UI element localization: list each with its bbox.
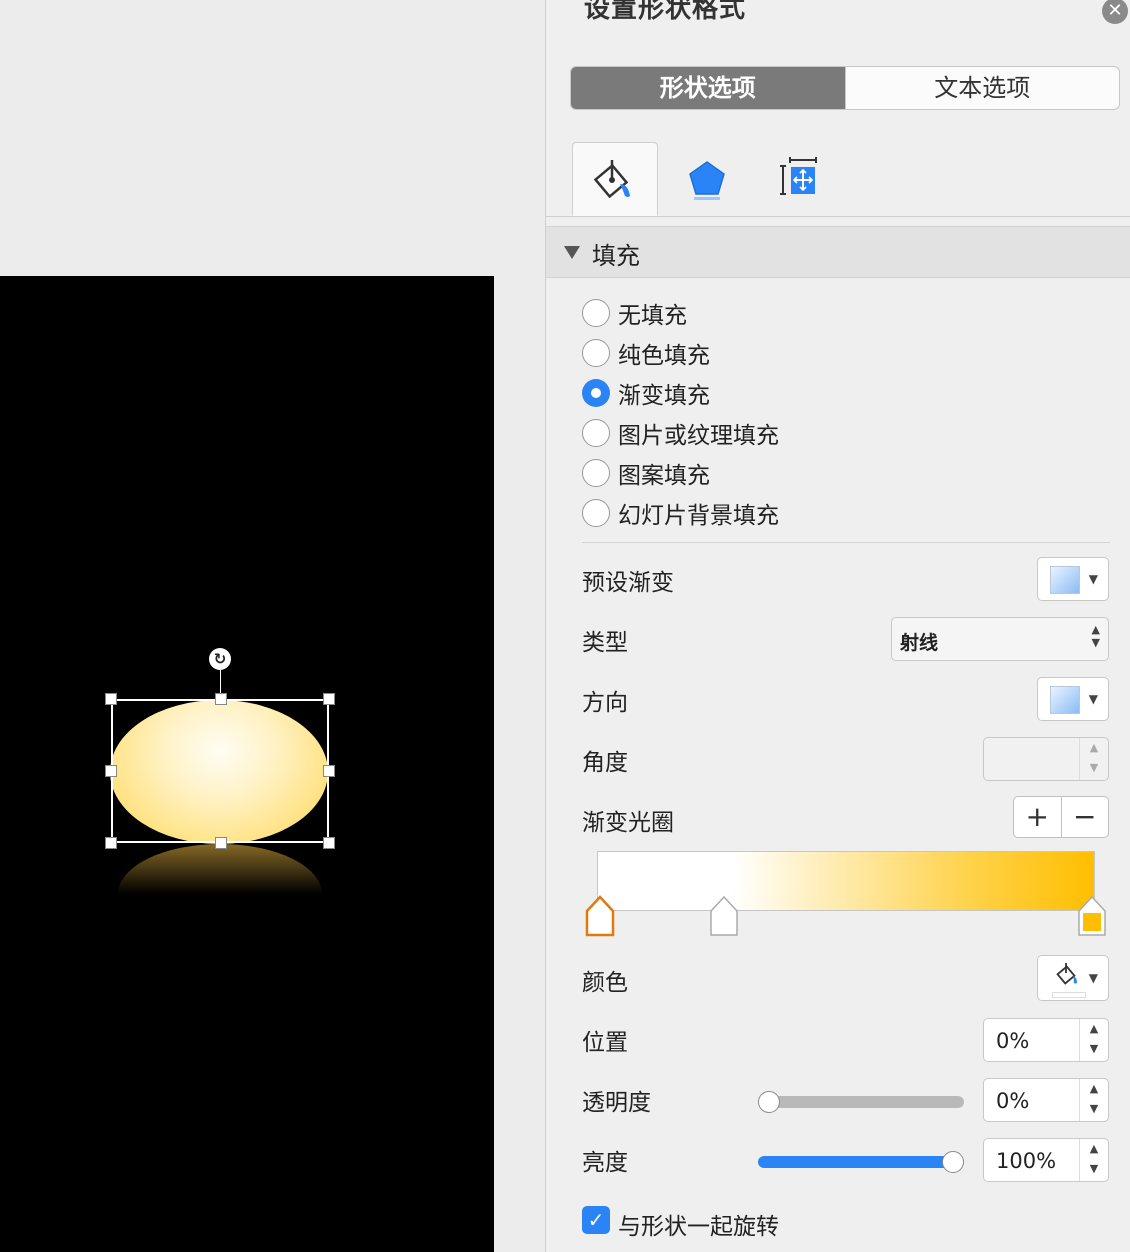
size-layout-icon: [780, 157, 817, 195]
icon-tab-bar: [546, 142, 1130, 217]
radio-no-fill[interactable]: 无填充: [582, 295, 687, 331]
rotate-with-shape-label: 与形状一起旋转: [618, 1214, 779, 1240]
options-segmented-control: 形状选项 文本选项: [570, 66, 1120, 110]
radio-label: 图案填充: [618, 463, 710, 489]
radio-pattern-fill[interactable]: 图案填充: [582, 455, 710, 491]
stepper-arrows-icon[interactable]: ▲ ▼: [1079, 1079, 1108, 1121]
direction-label: 方向: [582, 690, 628, 716]
selected-shape[interactable]: ↻: [104, 644, 340, 904]
rotate-handle[interactable]: ↻: [209, 648, 231, 670]
color-label: 颜色: [582, 970, 628, 996]
updown-arrows-icon: ▲ ▼: [1091, 623, 1100, 649]
stop-add-remove: + −: [1013, 796, 1109, 838]
rotate-with-shape-checkbox[interactable]: ✓: [582, 1206, 610, 1234]
radio-button-selected[interactable]: [582, 379, 610, 407]
transparency-slider-knob[interactable]: [758, 1091, 780, 1113]
position-value: 0%: [996, 1029, 1030, 1053]
close-button[interactable]: ✕: [1102, 0, 1128, 24]
transparency-slider[interactable]: [758, 1096, 964, 1108]
fill-bucket-icon: [593, 160, 630, 199]
radio-label: 无填充: [618, 303, 687, 329]
resize-handle-ne[interactable]: [323, 693, 335, 705]
direction-dropdown[interactable]: ▼: [1037, 677, 1109, 721]
radio-slide-bg-fill[interactable]: 幻灯片背景填充: [582, 495, 779, 531]
resize-handle-sw[interactable]: [105, 837, 117, 849]
radio-button[interactable]: [582, 419, 610, 447]
brightness-label: 亮度: [582, 1150, 628, 1176]
type-select[interactable]: 射线 ▲ ▼: [891, 617, 1109, 661]
stepper-arrows-icon[interactable]: ▲ ▼: [1079, 1139, 1108, 1181]
gradient-stop-2[interactable]: [1076, 895, 1108, 937]
brightness-slider[interactable]: [758, 1156, 964, 1168]
paint-bucket-icon: [1056, 963, 1077, 985]
tab-size-properties[interactable]: [756, 142, 842, 216]
radio-gradient-fill[interactable]: 渐变填充: [582, 375, 710, 411]
format-shape-panel: 设置形状格式 ✕ 形状选项 文本选项 填充 无填充 纯色填充 渐变填充 图片或纹…: [545, 0, 1130, 1252]
brightness-input[interactable]: 100% ▲ ▼: [983, 1138, 1109, 1182]
gradient-stop-0[interactable]: [584, 895, 616, 937]
radio-button[interactable]: [582, 459, 610, 487]
type-label: 类型: [582, 630, 628, 656]
angle-label: 角度: [582, 750, 628, 776]
add-stop-button[interactable]: +: [1014, 797, 1061, 837]
color-dropdown[interactable]: ▼: [1037, 955, 1109, 1001]
radio-button[interactable]: [582, 499, 610, 527]
fill-section-header[interactable]: 填充: [546, 226, 1130, 278]
resize-handle-se[interactable]: [323, 837, 335, 849]
stepper-arrows-icon[interactable]: ▲ ▼: [1079, 738, 1108, 780]
panel-title: 设置形状格式: [584, 0, 747, 24]
tab-fill-line[interactable]: [572, 142, 658, 216]
shape-reflection: [118, 844, 322, 894]
chevron-down-icon: ▼: [1088, 572, 1098, 586]
tab-text-options[interactable]: 文本选项: [844, 67, 1120, 109]
selection-box: [111, 699, 329, 843]
chevron-down-icon: ▼: [1088, 692, 1098, 706]
position-input[interactable]: 0% ▲ ▼: [983, 1018, 1109, 1062]
transparency-input[interactable]: 0% ▲ ▼: [983, 1078, 1109, 1122]
fill-section-label: 填充: [592, 242, 640, 270]
tab-effects[interactable]: [664, 142, 750, 216]
remove-stop-button[interactable]: −: [1060, 797, 1109, 837]
type-value: 射线: [900, 632, 939, 654]
gradient-swatch: [1050, 566, 1080, 594]
pentagon-effects-icon: [689, 161, 725, 200]
tab-shape-options[interactable]: 形状选项: [571, 67, 845, 109]
radio-solid-fill[interactable]: 纯色填充: [582, 335, 710, 371]
current-color-swatch: [1052, 992, 1086, 998]
resize-handle-nw[interactable]: [105, 693, 117, 705]
gradient-bar[interactable]: [597, 851, 1095, 911]
transparency-label: 透明度: [582, 1090, 651, 1116]
preset-gradient-label: 预设渐变: [582, 570, 674, 596]
radio-label: 纯色填充: [618, 343, 710, 369]
transparency-value: 0%: [996, 1089, 1030, 1113]
radio-button[interactable]: [582, 299, 610, 327]
position-label: 位置: [582, 1030, 628, 1056]
radio-button[interactable]: [582, 339, 610, 367]
preset-gradient-dropdown[interactable]: ▼: [1037, 557, 1109, 601]
chevron-down-icon: ▼: [1088, 971, 1098, 985]
angle-input[interactable]: ▲ ▼: [983, 737, 1109, 781]
gradient-stops-label: 渐变光圈: [582, 810, 674, 836]
gradient-stop-1[interactable]: [708, 895, 740, 937]
resize-handle-w[interactable]: [105, 765, 117, 777]
radio-label: 幻灯片背景填充: [618, 503, 779, 529]
resize-handle-e[interactable]: [323, 765, 335, 777]
resize-handle-s[interactable]: [215, 837, 227, 849]
direction-swatch: [1050, 686, 1080, 714]
stepper-arrows-icon[interactable]: ▲ ▼: [1079, 1019, 1108, 1061]
collapse-triangle-icon: [564, 246, 580, 259]
radio-picture-fill[interactable]: 图片或纹理填充: [582, 415, 779, 451]
radio-label: 图片或纹理填充: [618, 423, 779, 449]
resize-handle-n[interactable]: [215, 693, 227, 705]
brightness-slider-knob[interactable]: [942, 1151, 964, 1173]
radio-label: 渐变填充: [618, 383, 710, 409]
brightness-value: 100%: [996, 1149, 1057, 1173]
divider: [582, 542, 1110, 543]
